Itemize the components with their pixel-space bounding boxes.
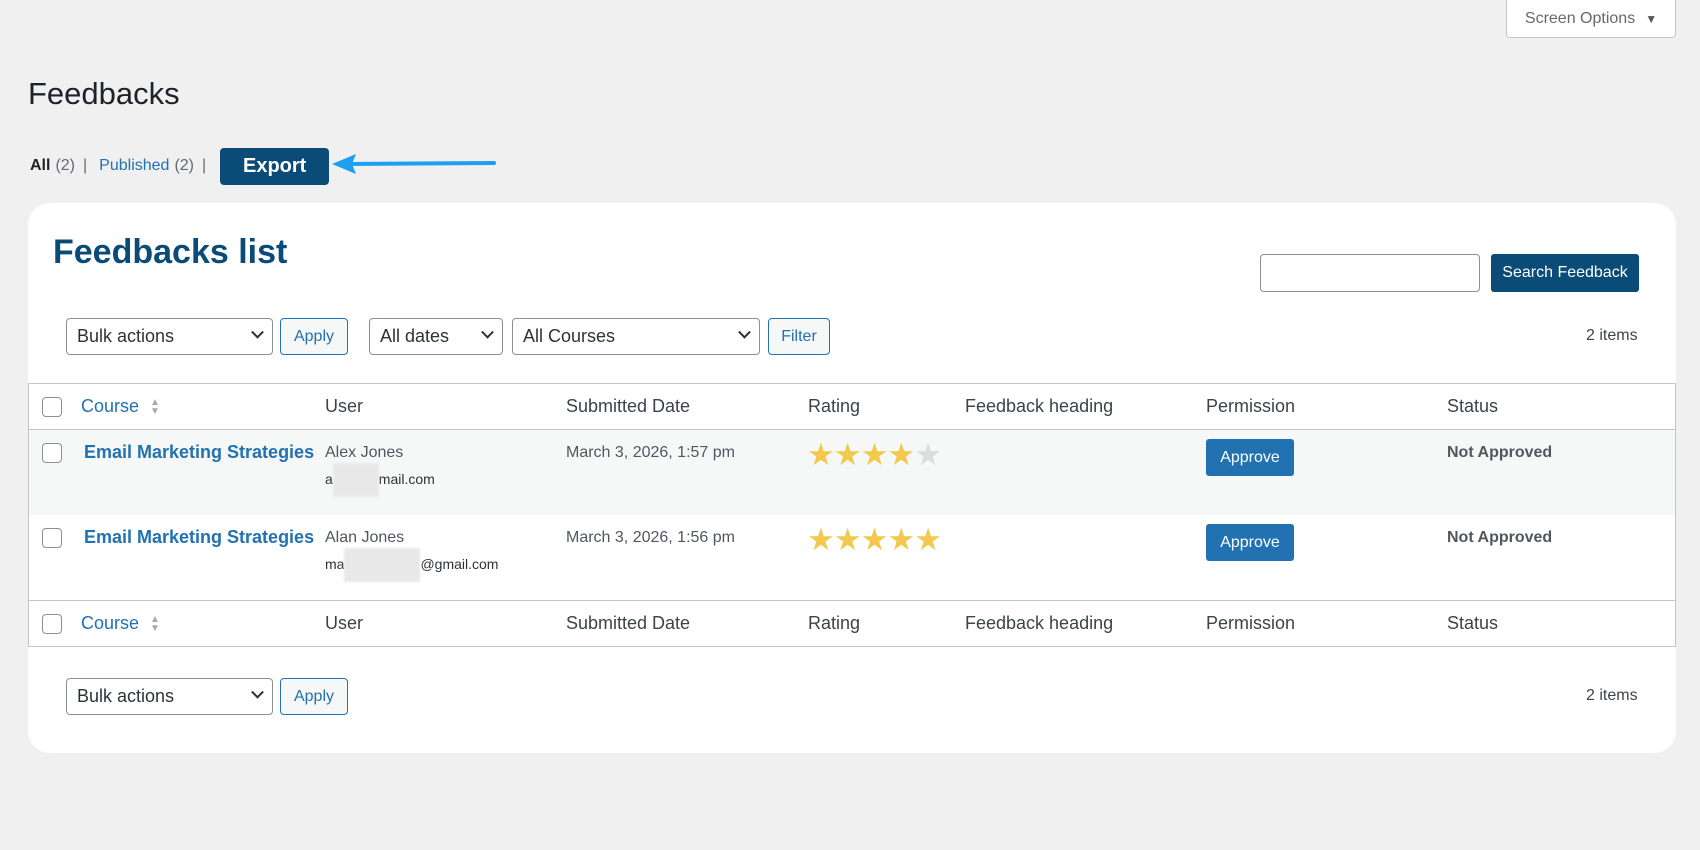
search-input[interactable]	[1260, 254, 1480, 292]
column-feedback-heading: Feedback heading	[965, 396, 1114, 416]
star-filled-icon: ★	[833, 522, 862, 557]
column-course[interactable]: Course ▲ ▼	[81, 396, 160, 417]
star-filled-icon: ★	[860, 437, 889, 472]
column-status: Status	[1447, 613, 1499, 633]
star-filled-icon: ★	[914, 522, 942, 557]
approve-button[interactable]: Approve	[1206, 439, 1294, 476]
dates-value: All dates	[380, 326, 450, 346]
column-submitted-date: Submitted Date	[566, 613, 691, 633]
email-prefix: ma	[325, 556, 345, 572]
feedbacks-card: Feedbacks list Search Feedback Bulk acti…	[28, 203, 1676, 753]
bulk-actions-select-bottom[interactable]: Bulk actions	[66, 678, 273, 715]
apply-button[interactable]: Apply	[280, 318, 348, 355]
submitted-date: March 3, 2026, 1:57 pm	[566, 444, 735, 461]
items-count-bottom: 2 items	[1586, 687, 1638, 704]
dates-select[interactable]: All dates	[369, 318, 503, 355]
table-footer: Course ▲ ▼ User Submitted Date Rating Fee…	[29, 600, 1675, 646]
user-name: Alex Jones	[325, 444, 404, 461]
courses-value: All Courses	[523, 326, 616, 346]
view-separator: |	[83, 157, 88, 174]
status-badge: Not Approved	[1447, 444, 1553, 461]
email-suffix: @gmail.com	[420, 556, 499, 572]
user-email: ma @gmail.com	[325, 548, 499, 583]
chevron-down-icon	[738, 325, 751, 339]
bulk-actions-value: Bulk actions	[77, 326, 175, 346]
column-permission: Permission	[1206, 613, 1296, 633]
rating-stars: ★★★★★	[807, 437, 942, 472]
column-feedback-heading: Feedback heading	[965, 613, 1114, 633]
column-rating: Rating	[808, 396, 861, 416]
star-filled-icon: ★	[887, 437, 915, 472]
redaction-blur	[344, 548, 421, 583]
user-cell: Alan Jones ma @gmail.com	[325, 529, 499, 583]
column-course[interactable]: Course ▲ ▼	[81, 613, 160, 634]
column-submitted-date: Submitted Date	[566, 396, 691, 416]
column-course-label[interactable]: Course	[81, 396, 139, 416]
sort-icon[interactable]: ▲ ▼	[150, 398, 160, 417]
star-filled-icon: ★	[833, 437, 862, 472]
courses-select[interactable]: All Courses	[512, 318, 760, 355]
view-separator: |	[202, 157, 207, 174]
chevron-down-icon	[481, 325, 494, 339]
view-filters: All (2) | Published (2) | Export	[30, 146, 330, 186]
screen-options-button[interactable]: Screen Options ▼	[1506, 0, 1676, 38]
feedbacks-table: Course ▲ ▼ User Submitted Date Rating Fee…	[28, 383, 1676, 647]
chevron-down-icon	[251, 325, 264, 339]
column-user: User	[325, 396, 364, 416]
rating-stars: ★★★★★	[807, 522, 942, 557]
column-status: Status	[1447, 396, 1499, 416]
redaction-blur	[332, 463, 379, 498]
status-badge: Not Approved	[1447, 529, 1553, 546]
filter-button[interactable]: Filter	[768, 318, 830, 355]
course-link[interactable]: Email Marketing Strategies	[84, 527, 314, 548]
search-feedback-button[interactable]: Search Feedback	[1491, 254, 1639, 292]
row-checkbox[interactable]	[42, 528, 62, 548]
star-filled-icon: ★	[887, 522, 915, 557]
email-prefix: a	[325, 471, 333, 487]
row-checkbox[interactable]	[42, 443, 62, 463]
user-email: a mail.com	[325, 463, 435, 498]
column-permission: Permission	[1206, 396, 1296, 416]
chevron-down-icon	[251, 685, 264, 699]
table-header: Course ▲ ▼ User Submitted Date Rating Fee…	[29, 384, 1675, 430]
submitted-date: March 3, 2026, 1:56 pm	[566, 529, 735, 546]
approve-button[interactable]: Approve	[1206, 524, 1294, 561]
select-all-checkbox[interactable]	[42, 614, 62, 634]
star-empty-icon: ★	[914, 437, 942, 472]
column-user: User	[325, 613, 364, 633]
column-course-label[interactable]: Course	[81, 613, 139, 633]
screen-options-label: Screen Options	[1524, 9, 1636, 27]
items-count: 2 items	[1586, 327, 1638, 344]
bulk-actions-select[interactable]: Bulk actions	[66, 318, 273, 355]
view-published-count: (2)	[174, 157, 195, 174]
course-link[interactable]: Email Marketing Strategies	[84, 442, 314, 463]
table-row: Email Marketing Strategies Alan Jones ma…	[29, 515, 1675, 600]
star-filled-icon: ★	[807, 522, 835, 557]
card-title: Feedbacks list	[53, 233, 288, 271]
view-all-count: (2)	[55, 157, 76, 174]
email-suffix: mail.com	[378, 471, 435, 487]
user-name: Alan Jones	[325, 529, 405, 546]
star-filled-icon: ★	[860, 522, 889, 557]
sort-icon[interactable]: ▲ ▼	[150, 615, 160, 634]
export-button[interactable]: Export	[220, 147, 330, 185]
table-row: Email Marketing Strategies Alex Jones a m…	[29, 430, 1675, 515]
view-all-link[interactable]: All	[30, 157, 50, 175]
triangle-down-icon: ▼	[1645, 11, 1658, 26]
column-rating: Rating	[808, 613, 861, 633]
star-filled-icon: ★	[807, 437, 835, 472]
arrow-left-icon	[332, 154, 496, 174]
page-title: Feedbacks	[28, 76, 180, 111]
user-cell: Alex Jones a mail.com	[325, 444, 435, 498]
select-all-checkbox[interactable]	[42, 397, 62, 417]
apply-button-bottom[interactable]: Apply	[280, 678, 348, 715]
bulk-actions-value: Bulk actions	[77, 686, 175, 706]
view-published-link[interactable]: Published	[99, 157, 169, 175]
